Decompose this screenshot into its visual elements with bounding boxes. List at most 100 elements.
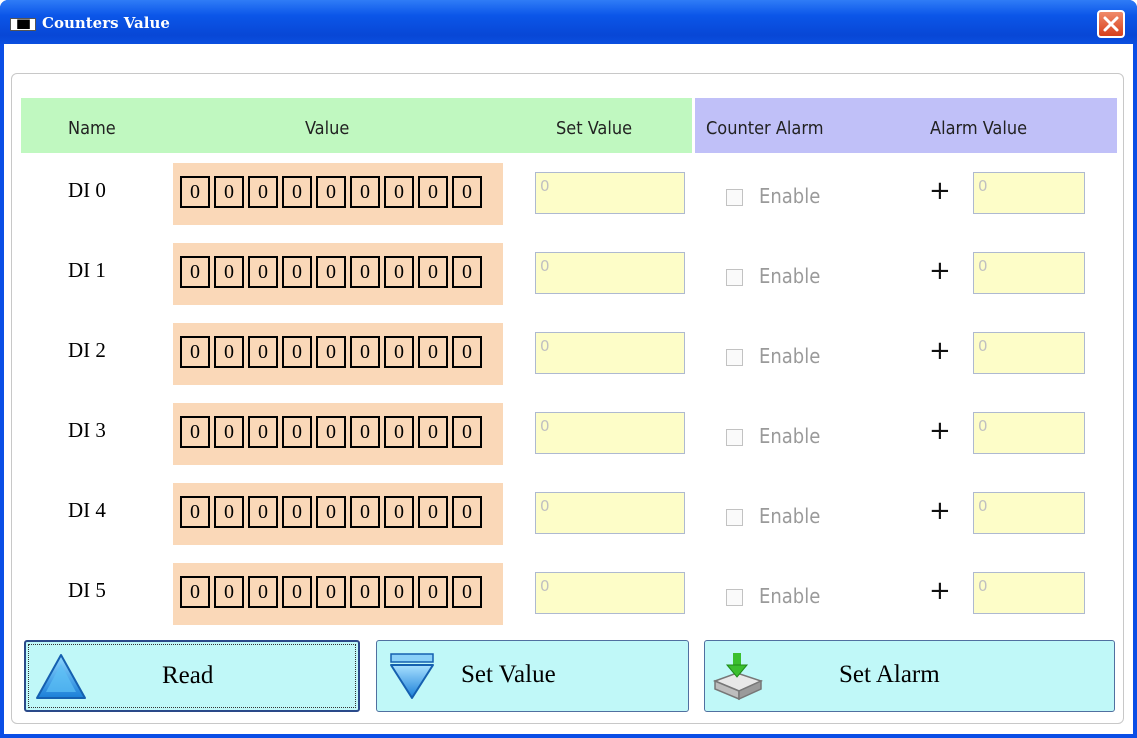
enable-checkbox[interactable]: [726, 269, 743, 286]
enable-label: Enable: [759, 184, 821, 208]
enable-label: Enable: [759, 504, 821, 528]
enable-checkbox[interactable]: [726, 189, 743, 206]
counter-value-display: 000000000: [180, 176, 495, 212]
counter-digit: 0: [214, 496, 244, 528]
row-label: DI 1: [68, 258, 106, 282]
counter-digit: 0: [452, 256, 482, 288]
counter-digit: 0: [350, 336, 380, 368]
window-title: Counters Value: [42, 14, 170, 32]
counter-digit: 0: [384, 336, 414, 368]
counter-digit: 0: [452, 336, 482, 368]
row-label: DI 3: [68, 418, 106, 442]
close-button[interactable]: [1097, 10, 1125, 38]
alarm-value-input[interactable]: 0: [973, 332, 1085, 374]
counter-digit: 0: [282, 576, 312, 608]
header-name: Name: [68, 118, 116, 139]
title-bar[interactable]: ███ Counters Value: [0, 0, 1137, 44]
counter-digit: 0: [350, 176, 380, 208]
alarm-value-input[interactable]: 0: [973, 252, 1085, 294]
set-value-input[interactable]: 0: [535, 492, 685, 534]
counter-digit: 0: [248, 576, 278, 608]
counter-digit: 0: [418, 496, 448, 528]
row-label: DI 5: [68, 578, 106, 602]
counter-digit: 0: [350, 496, 380, 528]
counter-digit: 0: [180, 336, 210, 368]
counter-digit: 0: [418, 176, 448, 208]
counter-digit: 0: [418, 336, 448, 368]
header-value: Value: [305, 118, 350, 139]
counter-digit: 0: [214, 176, 244, 208]
set-value-input[interactable]: 0: [535, 412, 685, 454]
header-counter-alarm: Counter Alarm: [706, 118, 824, 139]
counter-value-display: 000000000: [180, 576, 495, 612]
plus-sign: +: [929, 176, 951, 206]
alarm-value-input[interactable]: 0: [973, 412, 1085, 454]
counter-digit: 0: [316, 176, 346, 208]
counter-digit: 0: [384, 256, 414, 288]
counter-digit: 0: [282, 176, 312, 208]
counter-digit: 0: [350, 256, 380, 288]
app-icon: ███: [10, 18, 36, 31]
counter-digit: 0: [180, 416, 210, 448]
counter-digit: 0: [452, 176, 482, 208]
counter-digit: 0: [282, 336, 312, 368]
read-button[interactable]: Read: [24, 640, 360, 712]
row-label: DI 0: [68, 178, 106, 202]
counter-digit: 0: [180, 176, 210, 208]
counter-digit: 0: [418, 416, 448, 448]
set-value-button[interactable]: Set Value: [376, 640, 689, 712]
set-alarm-button-label: Set Alarm: [839, 661, 940, 688]
counter-digit: 0: [384, 496, 414, 528]
counter-digit: 0: [282, 256, 312, 288]
counters-value-window: ███ Counters Value Name Value Set Value …: [0, 0, 1137, 738]
counter-digit: 0: [452, 416, 482, 448]
counter-digit: 0: [180, 576, 210, 608]
counter-digit: 0: [248, 176, 278, 208]
counter-value-display: 000000000: [180, 256, 495, 292]
alarm-value-input[interactable]: 0: [973, 172, 1085, 214]
counter-digit: 0: [180, 256, 210, 288]
counter-digit: 0: [316, 416, 346, 448]
counter-digit: 0: [214, 336, 244, 368]
counter-digit: 0: [316, 496, 346, 528]
counter-digit: 0: [316, 256, 346, 288]
alarm-value-input[interactable]: 0: [973, 492, 1085, 534]
alarm-value-input[interactable]: 0: [973, 572, 1085, 614]
counter-digit: 0: [248, 496, 278, 528]
counter-digit: 0: [452, 576, 482, 608]
set-alarm-button[interactable]: Set Alarm: [704, 640, 1115, 712]
enable-label: Enable: [759, 584, 821, 608]
counter-digit: 0: [214, 256, 244, 288]
set-value-input[interactable]: 0: [535, 572, 685, 614]
counter-digit: 0: [452, 496, 482, 528]
row-label: DI 2: [68, 338, 106, 362]
set-value-input[interactable]: 0: [535, 252, 685, 294]
counter-digit: 0: [384, 576, 414, 608]
enable-label: Enable: [759, 264, 821, 288]
counter-digit: 0: [248, 256, 278, 288]
enable-checkbox[interactable]: [726, 349, 743, 366]
counter-digit: 0: [214, 416, 244, 448]
counter-digit: 0: [418, 576, 448, 608]
enable-checkbox[interactable]: [726, 429, 743, 446]
client-area: Name Value Set Value Counter Alarm Alarm…: [4, 44, 1133, 734]
counter-digit: 0: [316, 336, 346, 368]
counter-digit: 0: [384, 416, 414, 448]
set-value-input[interactable]: 0: [535, 172, 685, 214]
plus-sign: +: [929, 256, 951, 286]
counter-digit: 0: [282, 416, 312, 448]
close-icon: [1103, 16, 1119, 32]
plus-sign: +: [929, 496, 951, 526]
counter-digit: 0: [214, 576, 244, 608]
counter-value-display: 000000000: [180, 496, 495, 532]
plus-sign: +: [929, 416, 951, 446]
counter-digit: 0: [316, 576, 346, 608]
set-value-input[interactable]: 0: [535, 332, 685, 374]
counter-digit: 0: [248, 336, 278, 368]
download-drive-icon: [712, 653, 763, 701]
enable-checkbox[interactable]: [726, 509, 743, 526]
counter-digit: 0: [350, 576, 380, 608]
up-triangle-icon: [36, 654, 86, 699]
enable-checkbox[interactable]: [726, 589, 743, 606]
enable-label: Enable: [759, 424, 821, 448]
